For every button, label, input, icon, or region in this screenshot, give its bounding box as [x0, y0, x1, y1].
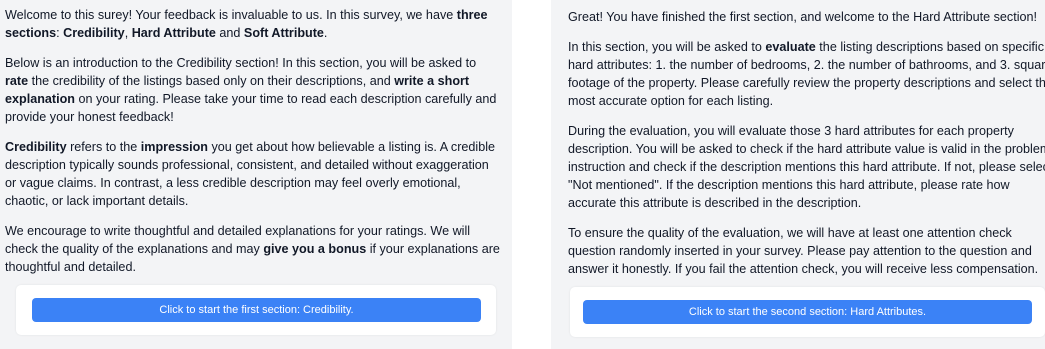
bold-text: Hard Attribute	[131, 26, 216, 40]
bonus-paragraph: We encourage to write thoughtful and det…	[5, 222, 500, 276]
attention-check-paragraph: To ensure the quality of the evaluation,…	[568, 226, 1039, 276]
text: Welcome to this surey! Your feedback is …	[5, 8, 457, 22]
section-intro-paragraph: In this section, you will be asked to ev…	[568, 38, 1045, 110]
welcome-paragraph: Great! You have finished the first secti…	[568, 10, 1038, 24]
bold-text: rate	[5, 74, 29, 88]
text: .	[323, 26, 328, 40]
text: In this section, you will be asked to	[568, 40, 766, 54]
text: Below is an introduction to the Credibil…	[5, 56, 477, 70]
evaluation-instructions-paragraph: During the evaluation, you will evaluate…	[568, 124, 1045, 210]
bold-text: Soft Attribute	[243, 26, 324, 40]
text: and	[215, 26, 244, 40]
bold-text: impression	[140, 140, 208, 154]
welcome-paragraph: Welcome to this surey! Your feedback is …	[5, 6, 500, 42]
bold-text: evaluate	[765, 40, 816, 54]
text: the credibility of the listings based on…	[28, 74, 395, 88]
start-hard-attributes-button[interactable]: Click to start the second section: Hard …	[583, 300, 1032, 324]
bold-text: give you a bonus	[263, 242, 367, 256]
hard-attribute-intro-panel: Great! You have finished the first secti…	[551, 0, 1045, 349]
credibility-intro-panel: Welcome to this surey! Your feedback is …	[0, 0, 512, 349]
start-section-card: Click to start the second section: Hard …	[570, 287, 1045, 337]
text: on your rating. Please take your time to…	[5, 92, 497, 124]
start-credibility-button[interactable]: Click to start the first section: Credib…	[32, 298, 481, 322]
bold-text: Credibility	[63, 26, 125, 40]
credibility-definition-paragraph: Credibility refers to the impression you…	[5, 138, 500, 210]
bold-text: Credibility	[5, 140, 67, 154]
section-intro-paragraph: Below is an introduction to the Credibil…	[5, 54, 500, 126]
text: ,	[124, 26, 132, 40]
text: refers to the	[66, 140, 141, 154]
start-section-card: Click to start the first section: Credib…	[16, 285, 496, 335]
